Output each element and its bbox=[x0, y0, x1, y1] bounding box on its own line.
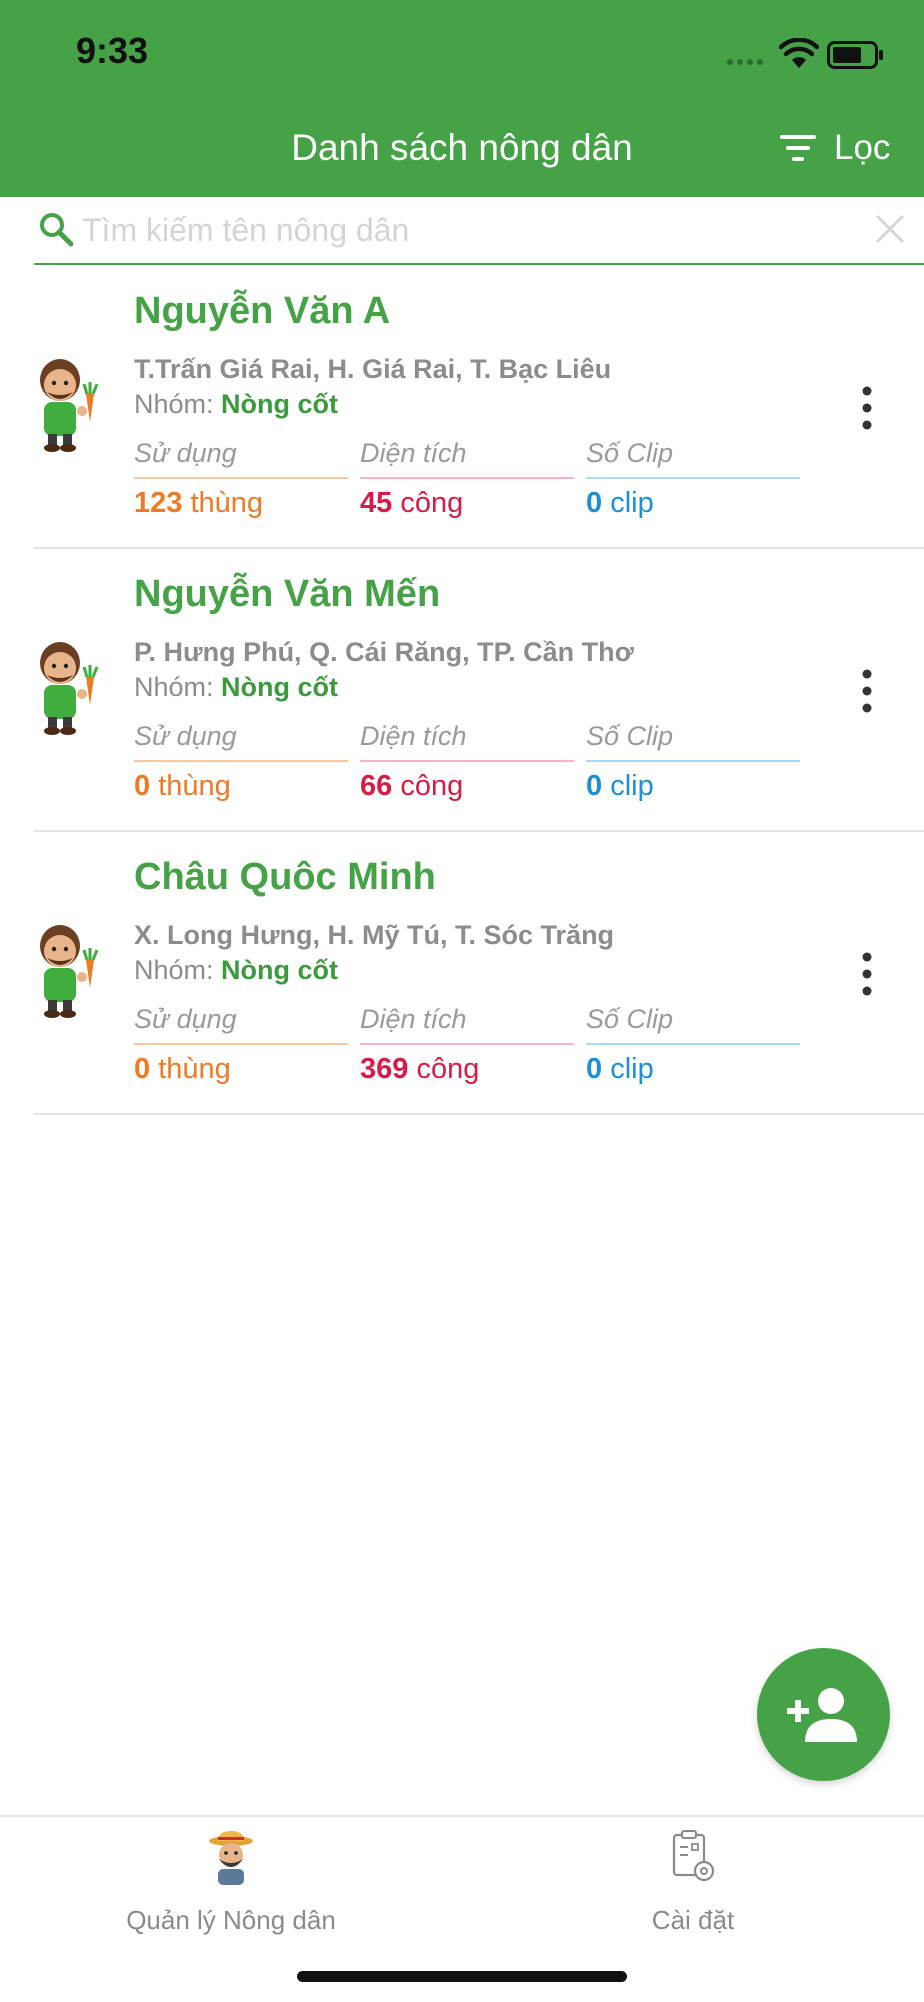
status-time: 9:33 bbox=[76, 30, 149, 71]
person-add-icon bbox=[787, 1688, 857, 1742]
usage-value: 123 thùng bbox=[134, 487, 264, 519]
usage-stat: Sử dụng 0 thùng bbox=[134, 721, 348, 803]
usage-value: 0 thùng bbox=[134, 1053, 231, 1085]
farmer-avatar-icon bbox=[40, 925, 99, 1018]
group-value: Nòng cốt bbox=[221, 955, 339, 985]
farmer-group: Nhóm: Nòng cốt bbox=[134, 672, 338, 703]
area-value: 369 công bbox=[360, 1053, 480, 1085]
farmer-name: Nguyễn Văn Mến bbox=[134, 573, 441, 615]
more-vert-icon[interactable] bbox=[852, 666, 882, 716]
area-value: 66 công bbox=[360, 770, 464, 802]
more-vert-icon[interactable] bbox=[852, 383, 882, 433]
filter-button[interactable]: Lọc bbox=[780, 128, 890, 168]
more-vert-icon[interactable] bbox=[852, 949, 882, 999]
clips-value: 0 clip bbox=[586, 770, 654, 802]
usage-label: Sử dụng bbox=[134, 438, 348, 479]
tab-farmer-management[interactable]: Quản lý Nông dân bbox=[0, 1817, 462, 1937]
usage-label: Sử dụng bbox=[134, 721, 348, 762]
farmer-address: T.Trấn Giá Rai, H. Giá Rai, T. Bạc Liêu bbox=[134, 354, 612, 384]
search-icon bbox=[40, 213, 74, 247]
usage-label: Sử dụng bbox=[134, 1004, 348, 1045]
tab-label: Quản lý Nông dân bbox=[126, 1905, 336, 1935]
area-label: Diện tích bbox=[360, 721, 574, 762]
group-prefix: Nhóm: bbox=[134, 955, 214, 985]
farmer-group: Nhóm: Nòng cốt bbox=[134, 389, 338, 420]
farmer-card[interactable]: Nguyễn Văn A T.Trấn Giá Rai, H. Giá Rai,… bbox=[34, 266, 924, 549]
close-icon[interactable] bbox=[874, 213, 906, 245]
add-farmer-button[interactable] bbox=[757, 1648, 890, 1781]
home-indicator[interactable] bbox=[297, 1971, 627, 1982]
area-stat: Diện tích 369 công bbox=[360, 1004, 574, 1086]
clips-label: Số Clip bbox=[586, 721, 800, 762]
group-prefix: Nhóm: bbox=[134, 389, 214, 419]
search-input[interactable] bbox=[80, 207, 864, 253]
wifi-icon bbox=[779, 38, 819, 68]
clips-stat: Số Clip 0 clip bbox=[586, 1004, 800, 1086]
tab-settings[interactable]: Cài đặt bbox=[462, 1817, 924, 1937]
app-header: 9:33 Danh sách nông dân Lọc bbox=[0, 0, 924, 197]
farmer-card[interactable]: Châu Quôc Minh X. Long Hưng, H. Mỹ Tú, T… bbox=[34, 832, 924, 1115]
usage-stat: Sử dụng 0 thùng bbox=[134, 1004, 348, 1086]
usage-value: 0 thùng bbox=[134, 770, 231, 802]
farmer-name: Nguyễn Văn A bbox=[134, 290, 391, 332]
farmer-avatar-icon bbox=[40, 359, 99, 452]
area-label: Diện tích bbox=[360, 1004, 574, 1045]
farmer-icon bbox=[209, 1831, 253, 1885]
area-value: 45 công bbox=[360, 487, 464, 519]
filter-label: Lọc bbox=[834, 128, 891, 167]
farmer-address: X. Long Hưng, H. Mỹ Tú, T. Sóc Trăng bbox=[134, 920, 615, 950]
group-value: Nòng cốt bbox=[221, 672, 339, 702]
farmer-card[interactable]: Nguyễn Văn Mến P. Hưng Phú, Q. Cái Răng,… bbox=[34, 549, 924, 832]
area-stat: Diện tích 45 công bbox=[360, 438, 574, 520]
clips-stat: Số Clip 0 clip bbox=[586, 721, 800, 803]
clips-value: 0 clip bbox=[586, 1053, 654, 1085]
area-stat: Diện tích 66 công bbox=[360, 721, 574, 803]
settings-clipboard-icon bbox=[672, 1830, 715, 1882]
tab-label: Cài đặt bbox=[651, 1905, 735, 1935]
group-prefix: Nhóm: bbox=[134, 672, 214, 702]
area-label: Diện tích bbox=[360, 438, 574, 479]
group-value: Nòng cốt bbox=[221, 389, 339, 419]
clips-stat: Số Clip 0 clip bbox=[586, 438, 800, 520]
farmer-group: Nhóm: Nòng cốt bbox=[134, 955, 338, 986]
usage-stat: Sử dụng 123 thùng bbox=[134, 438, 348, 520]
clips-label: Số Clip bbox=[586, 438, 800, 479]
farmer-list: Nguyễn Văn A T.Trấn Giá Rai, H. Giá Rai,… bbox=[34, 266, 924, 1115]
clips-value: 0 clip bbox=[586, 487, 654, 519]
search-bar bbox=[34, 197, 924, 265]
farmer-address: P. Hưng Phú, Q. Cái Răng, TP. Cần Thơ bbox=[134, 637, 634, 667]
filter-icon bbox=[780, 135, 816, 161]
farmer-name: Châu Quôc Minh bbox=[134, 856, 436, 898]
clips-label: Số Clip bbox=[586, 1004, 800, 1045]
battery-icon bbox=[827, 41, 883, 69]
farmer-avatar-icon bbox=[40, 642, 99, 735]
cellular-signal-icon bbox=[727, 59, 763, 65]
